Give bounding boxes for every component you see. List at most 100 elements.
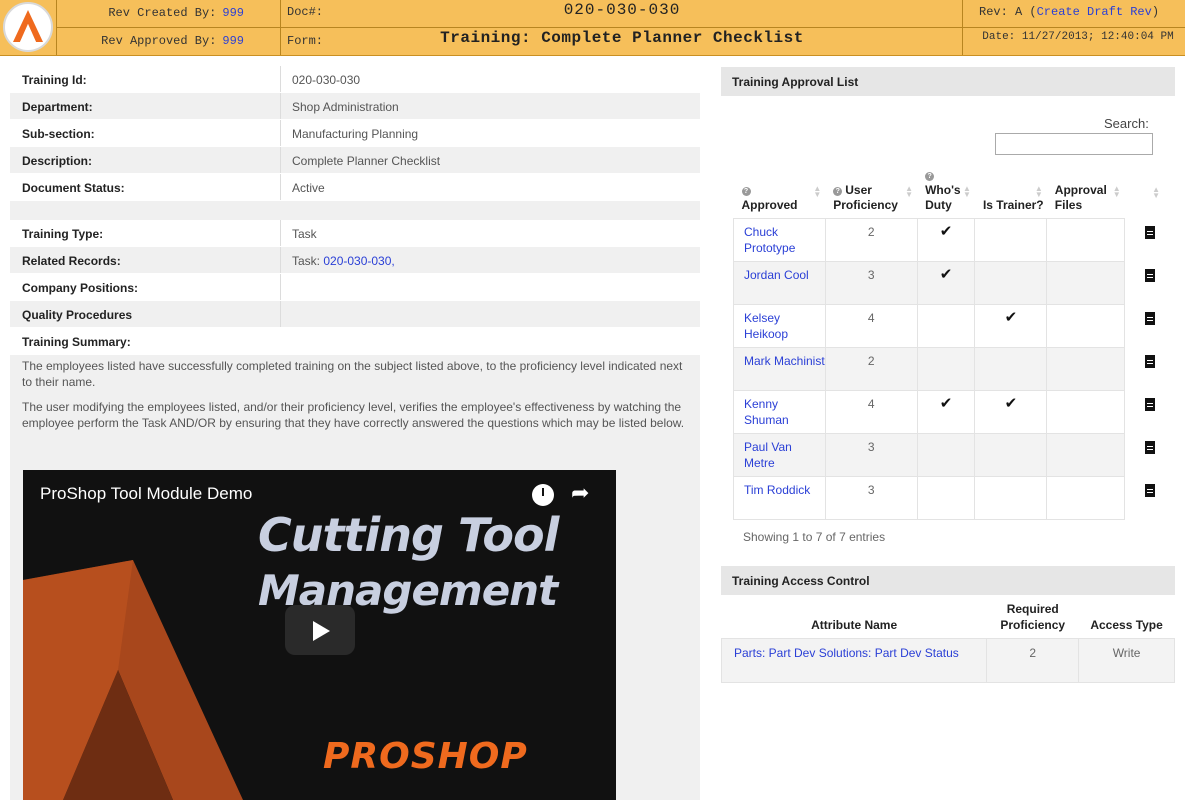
document-icon[interactable] — [1144, 311, 1155, 325]
whos-duty-cell — [916, 304, 976, 348]
field-label: Training Id: — [22, 73, 87, 87]
proficiency-cell: 3 — [824, 433, 918, 477]
is-trainer-cell — [974, 433, 1048, 477]
proficiency-cell: 3 — [824, 476, 918, 520]
col-attribute-name: Attribute Name — [811, 617, 898, 632]
field-row-document-status: Document Status: Active — [10, 174, 700, 201]
approver-link[interactable]: Mark Machinist — [744, 354, 825, 368]
access-control-table: Attribute Name Required Proficiency Acce… — [720, 596, 1175, 683]
table-row: Tim Roddick 3 — [733, 476, 1165, 520]
video-title: ProShop Tool Module Demo — [40, 484, 253, 503]
column-label: Approval Files — [1054, 183, 1107, 212]
proficiency-cell: 4 — [824, 304, 918, 348]
revision-date: Date: 11/27/2013; 12:40:04 PM — [962, 27, 1185, 55]
whos-duty-cell: ✔ — [916, 390, 976, 434]
document-icon[interactable] — [1144, 354, 1155, 368]
form-title: Training: Complete Planner Checklist — [440, 29, 804, 47]
whos-duty-cell — [916, 476, 976, 520]
whos-duty-cell — [916, 433, 976, 477]
approval-files-cell — [1046, 433, 1126, 477]
field-value: Active — [280, 174, 700, 200]
approver-link[interactable]: Paul Van Metre — [744, 440, 792, 470]
col-actions[interactable]: ▲ ▼ — [1125, 168, 1165, 219]
field-label: Training Summary: — [22, 335, 131, 349]
sort-icon: ▲ ▼ — [905, 184, 914, 199]
proficiency-cell: 3 — [824, 261, 918, 305]
field-value — [280, 301, 700, 327]
play-icon[interactable] — [285, 605, 355, 655]
search-input[interactable] — [995, 133, 1153, 155]
document-icon[interactable] — [1144, 268, 1155, 282]
field-value — [280, 274, 700, 300]
document-icon[interactable] — [1144, 397, 1155, 411]
whos-duty-cell — [916, 347, 976, 391]
field-row-sub-section: Sub-section: Manufacturing Planning — [10, 120, 700, 147]
summary-paragraph-2: The user modifying the employees listed,… — [22, 400, 685, 430]
create-draft-rev-link[interactable]: Create Draft Rev — [1037, 5, 1152, 19]
approval-files-cell — [1046, 261, 1126, 305]
field-row-quality-procedures: Quality Procedures — [10, 301, 700, 328]
approver-link[interactable]: Kenny Shuman — [744, 397, 789, 427]
col-approval-files[interactable]: Approval Files ▲ ▼ — [1047, 168, 1125, 219]
help-icon: ? — [925, 172, 935, 181]
column-label: Approved — [741, 198, 798, 212]
table-row: Kenny Shuman 4 ✔ ✔ — [733, 390, 1165, 434]
is-trainer-cell — [974, 218, 1048, 262]
proficiency-cell: 2 — [824, 347, 918, 391]
table-row: Mark Machinist 2 — [733, 347, 1165, 391]
approval-files-cell — [1046, 347, 1126, 391]
rev-label: Rev: A ( — [979, 5, 1037, 19]
is-trainer-cell: ✔ — [974, 304, 1048, 348]
sort-icon: ▲ ▼ — [963, 184, 971, 199]
proficiency-cell: 4 — [824, 390, 918, 434]
field-value: Shop Administration — [280, 93, 700, 119]
col-access-type: Access Type — [1090, 617, 1163, 632]
document-icon[interactable] — [1144, 483, 1155, 497]
field-row-company-positions: Company Positions: — [10, 274, 700, 301]
is-trainer-cell — [974, 261, 1048, 305]
document-icon[interactable] — [1144, 225, 1155, 239]
field-row-department: Department: Shop Administration — [10, 93, 700, 120]
related-record-link[interactable]: 020-030-030, — [323, 254, 394, 268]
rev-created-value[interactable]: 999 — [222, 6, 244, 20]
column-label: Who's Duty — [925, 183, 961, 212]
approval-table: ? Approved ▲ ▼ ? User Proficiency ▲ ▼ ? Who's D… — [733, 168, 1165, 520]
approver-link[interactable]: Kelsey Heikoop — [744, 311, 788, 341]
approver-link[interactable]: Chuck Prototype — [744, 225, 795, 255]
table-row: Parts: Part Dev Solutions: Part Dev Stat… — [720, 637, 1175, 683]
table-row: Jordan Cool 3 ✔ — [733, 261, 1165, 305]
doc-number-cell: Doc#: 020-030-030 — [280, 0, 962, 28]
approver-link[interactable]: Jordan Cool — [744, 268, 809, 282]
access-type-cell: Write — [1078, 637, 1175, 683]
rev-approved-by: Rev Approved By: 999 — [56, 27, 280, 55]
col-required-proficiency: Required Proficiency — [1000, 601, 1066, 632]
field-label: Department: — [22, 100, 93, 114]
field-label: Description: — [22, 154, 93, 168]
col-user-proficiency[interactable]: ? User Proficiency ▲ ▼ — [825, 168, 917, 219]
col-approved[interactable]: ? Approved ▲ ▼ — [734, 168, 826, 219]
table-row: Paul Van Metre 3 — [733, 433, 1165, 477]
col-whos-duty[interactable]: ? Who's Duty ▲ ▼ — [917, 168, 975, 219]
col-is-trainer[interactable]: Is Trainer? ▲ ▼ — [975, 168, 1047, 219]
is-trainer-cell — [974, 476, 1048, 520]
sort-icon: ▲ ▼ — [1152, 184, 1160, 200]
attribute-link[interactable]: Parts: Part Dev Solutions: Part Dev Stat… — [734, 646, 959, 660]
field-value: Task — [280, 220, 700, 246]
summary-paragraph-1: The employees listed have successfully c… — [22, 359, 683, 389]
approver-link[interactable]: Tim Roddick — [744, 483, 810, 497]
table-row: Chuck Prototype 2 ✔ — [733, 218, 1165, 262]
field-label: Training Type: — [22, 227, 104, 241]
rev-created-by: Rev Created By: 999 — [56, 0, 280, 28]
field-label: Related Records: — [22, 254, 121, 268]
document-icon[interactable] — [1144, 440, 1155, 454]
approval-files-cell — [1046, 390, 1126, 434]
video-player[interactable]: ProShop Tool Module Demo ➦ Cutting Tool … — [23, 470, 616, 800]
share-icon[interactable]: ➦ — [571, 480, 589, 506]
field-label: Quality Procedures — [22, 308, 133, 322]
clock-icon[interactable] — [532, 484, 554, 506]
form-cell: Form: Training: Complete Planner Checkli… — [280, 27, 962, 55]
field-row-training-summary: Training Summary: — [10, 328, 700, 355]
help-icon: ? — [741, 187, 751, 196]
rev-approved-value[interactable]: 999 — [222, 34, 244, 48]
proshop-logo[interactable] — [1, 1, 55, 55]
